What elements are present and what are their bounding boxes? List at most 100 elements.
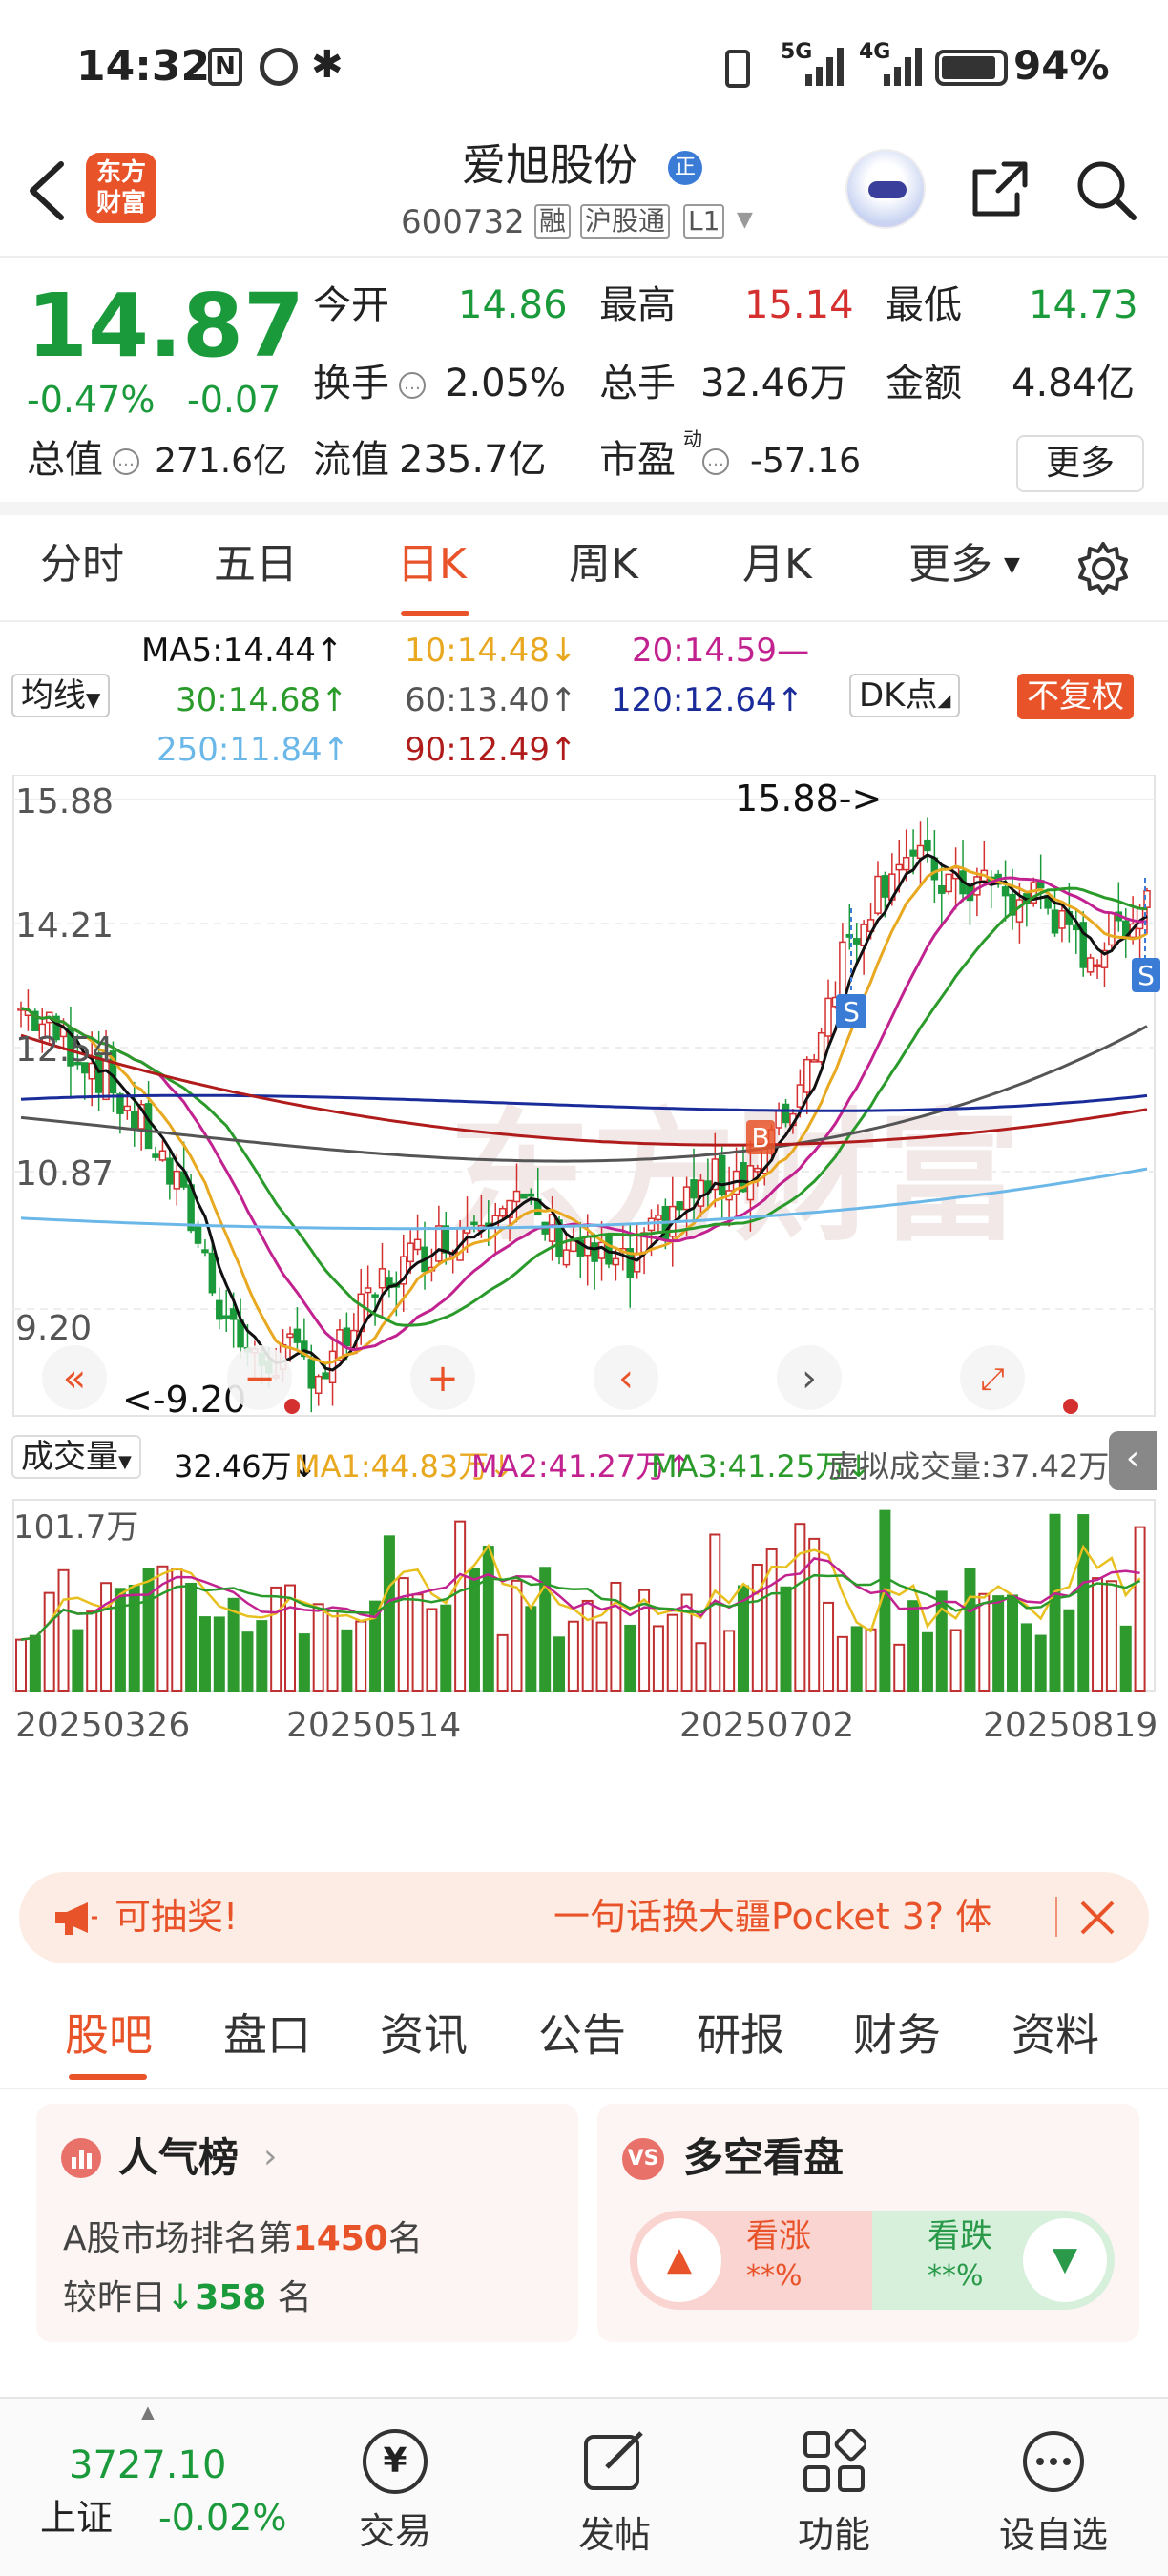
tab-announcements[interactable]: 公告 <box>538 2013 626 2057</box>
tab-profile[interactable]: 资料 <box>1012 2013 1099 2057</box>
popularity-card[interactable]: 人气榜 › A股市场排名第1450名 较昨日↓358 名 <box>36 2104 578 2342</box>
tab-news[interactable]: 资讯 <box>380 2013 468 2057</box>
volume-bar <box>949 1629 962 1693</box>
candle <box>938 863 946 925</box>
price-tick-label: 10.87 <box>15 1154 114 1194</box>
status-bar: 14:32 N ✱ 5G 4G 94% <box>0 0 1168 134</box>
candle <box>293 1307 302 1349</box>
volume-bar <box>992 1595 1005 1693</box>
sentiment-card[interactable]: VS 多空看盘 ▲ 看涨 **% 看跌 **% ▼ <box>597 2104 1139 2342</box>
volume-bar <box>666 1613 678 1692</box>
index-name: 上证 <box>40 2497 114 2539</box>
event-dot[interactable] <box>284 1399 300 1414</box>
tab-more[interactable]: 更多 <box>908 544 992 586</box>
ranking-icon <box>61 2138 101 2178</box>
candle <box>31 1008 39 1031</box>
assistant-robot-icon[interactable] <box>845 149 926 229</box>
edit-icon <box>584 2431 643 2490</box>
nav-trade[interactable]: ¥ 交易 <box>328 2399 462 2554</box>
volume-bar <box>765 1548 778 1692</box>
expand-icon: ⤢ <box>980 1361 1005 1397</box>
tab-orderbook[interactable]: 盘口 <box>223 2013 311 2057</box>
more-button[interactable]: 更多 <box>1016 435 1144 492</box>
candle <box>966 883 974 925</box>
close-icon[interactable] <box>1078 1899 1116 1937</box>
tab-five-day[interactable]: 五日 <box>214 544 298 586</box>
volume-value: 32.46万 <box>700 362 848 405</box>
vs-icon: VS <box>622 2138 664 2180</box>
chevron-down-icon: ▼ <box>1004 553 1020 577</box>
candle <box>1094 959 1101 979</box>
candle <box>435 1205 443 1264</box>
nav-watchlist[interactable]: 设自选 <box>987 2399 1120 2558</box>
price-tick-label: 12.54 <box>15 1030 114 1070</box>
app-logo[interactable]: 东方 财富 <box>86 153 156 223</box>
pe-value: -57.16 <box>750 442 862 481</box>
tab-forum[interactable]: 股吧 <box>65 2013 153 2057</box>
promo-banner[interactable]: 可抽奖! 一句话换大疆Pocket 3? 体 <box>19 1872 1149 1963</box>
volume-bar <box>751 1563 763 1692</box>
tag-margin: 融 <box>534 204 572 239</box>
candle <box>951 847 960 910</box>
dk-points-button[interactable]: DK点◢ <box>849 674 961 717</box>
candle <box>824 979 832 1047</box>
sell-marker-2[interactable]: S <box>1137 960 1155 991</box>
index-ticker[interactable]: ▲ 3727.10 上证 -0.02% <box>19 2399 305 2570</box>
kline-chart[interactable]: 东方财富 15.8814.2112.5410.879.20 15.88-> <-… <box>0 775 1168 1782</box>
volume-bar <box>198 1616 211 1693</box>
candle <box>916 821 925 887</box>
float-value: 235.7亿 <box>399 438 547 482</box>
info-icon[interactable]: … <box>399 372 426 399</box>
candle <box>1079 911 1087 977</box>
price-ticks: 15.88 14.21 12.54 10.87 9.20 <box>15 782 114 1348</box>
candle <box>17 1001 25 1028</box>
tab-weekly-k[interactable]: 周K <box>569 544 638 586</box>
event-dot[interactable] <box>1063 1399 1078 1414</box>
tab-research[interactable]: 研报 <box>697 2013 784 2057</box>
volume-bar <box>836 1635 848 1692</box>
nav-watchlist-label: 设自选 <box>998 2514 1108 2556</box>
ma5-label: MA5:14.44↑ <box>141 632 344 670</box>
volume-bar <box>256 1620 268 1693</box>
buy-marker[interactable]: B <box>751 1122 769 1153</box>
no-adjust-button[interactable]: 不复权 <box>1017 674 1134 719</box>
share-icon[interactable] <box>966 156 1032 223</box>
sell-marker[interactable]: S <box>843 996 860 1028</box>
bull-up-button[interactable]: ▲ <box>637 2218 721 2302</box>
volume-bar <box>709 1533 721 1692</box>
more-dots-icon <box>1023 2431 1084 2492</box>
search-icon[interactable] <box>1073 156 1141 225</box>
bull-value: **% <box>746 2259 803 2293</box>
bear-down-button[interactable]: ▼ <box>1023 2218 1107 2302</box>
volume-indicator-select[interactable]: 成交量▼ <box>11 1435 141 1479</box>
info-icon[interactable]: … <box>113 448 139 475</box>
tab-daily-k[interactable]: 日K <box>397 544 467 586</box>
volume-bar <box>270 1586 282 1693</box>
candle <box>1086 953 1095 976</box>
back-icon[interactable] <box>25 160 67 221</box>
volume-bar <box>1119 1625 1132 1692</box>
tab-finance[interactable]: 财务 <box>853 2013 941 2057</box>
chevron-right-icon: › <box>802 1357 817 1401</box>
tab-intraday[interactable]: 分时 <box>40 544 124 586</box>
volume-bar <box>525 1606 537 1692</box>
min-price-label: <-9.20 <box>122 1379 246 1421</box>
settings-gear-icon[interactable] <box>1073 538 1134 599</box>
dropdown-icon[interactable]: ▼ <box>737 210 753 231</box>
bull-label: 看涨 <box>746 2217 811 2255</box>
volume-bar <box>57 1568 70 1692</box>
ma30-label: 30:14.68↑ <box>176 681 348 719</box>
nav-post[interactable]: 发帖 <box>548 2399 681 2558</box>
tab-monthly-k[interactable]: 月K <box>742 544 812 586</box>
price-tick-label: 15.88 <box>15 782 114 821</box>
volume-bar <box>496 1633 509 1693</box>
ma-type-select[interactable]: 均线▼ <box>11 674 111 717</box>
rank-text: A股市场排名第1450名 <box>63 2219 423 2258</box>
info-icon[interactable]: … <box>702 448 729 475</box>
nav-features[interactable]: 功能 <box>767 2399 901 2558</box>
volume-bar <box>567 1620 579 1692</box>
bear-label: 看跌 <box>928 2217 992 2255</box>
collapse-panel-button[interactable]: ‹ <box>1109 1431 1157 1490</box>
candle <box>386 1270 393 1298</box>
rank-change-text: 较昨日↓358 名 <box>63 2278 312 2317</box>
